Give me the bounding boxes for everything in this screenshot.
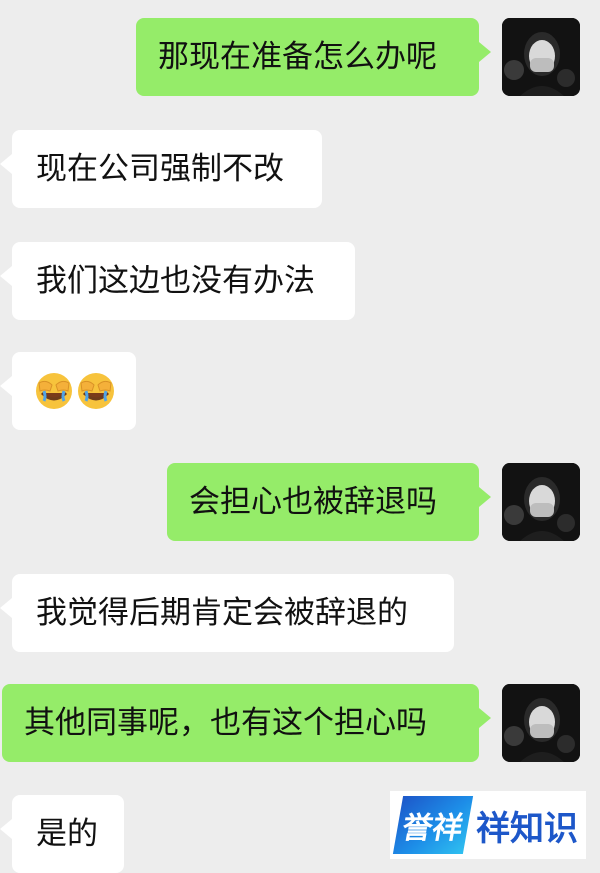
message-text: 是的 [36, 815, 98, 852]
sent-message-bubble[interactable]: 其他同事呢，也有这个担心吗 [2, 684, 491, 762]
avatar-photo-icon [502, 684, 580, 762]
face-palm-emoji-icon [34, 371, 74, 411]
watermark-logo: 誉祥 祥知识 [390, 791, 586, 859]
sent-message-bubble[interactable]: 会担心也被辞退吗 [167, 463, 491, 541]
received-message-bubble[interactable]: 我们这边也没有办法 [0, 242, 355, 320]
avatar-photo-icon [502, 463, 580, 541]
received-message-bubble[interactable]: 我觉得后期肯定会被辞退的 [0, 574, 454, 652]
received-emoji-bubble[interactable] [0, 352, 136, 430]
message-text: 会担心也被辞退吗 [189, 483, 437, 520]
message-text: 现在公司强制不改 [36, 150, 284, 187]
message-text: 我们这边也没有办法 [36, 262, 315, 299]
watermark-logo-mark: 誉祥 [392, 796, 474, 854]
face-palm-emoji-icon [76, 371, 116, 411]
received-message-bubble[interactable]: 是的 [0, 795, 124, 873]
avatar[interactable] [502, 463, 580, 541]
watermark-logo-text: 誉祥 [399, 811, 466, 846]
message-text: 那现在准备怎么办呢 [158, 38, 437, 75]
message-text: 其他同事呢，也有这个担心吗 [24, 704, 427, 741]
avatar-photo-icon [502, 18, 580, 96]
message-text: 我觉得后期肯定会被辞退的 [36, 594, 408, 631]
watermark-brand-text: 祥知识 [476, 808, 578, 849]
sent-message-bubble[interactable]: 那现在准备怎么办呢 [136, 18, 491, 96]
avatar[interactable] [502, 18, 580, 96]
avatar[interactable] [502, 684, 580, 762]
received-message-bubble[interactable]: 现在公司强制不改 [0, 130, 322, 208]
